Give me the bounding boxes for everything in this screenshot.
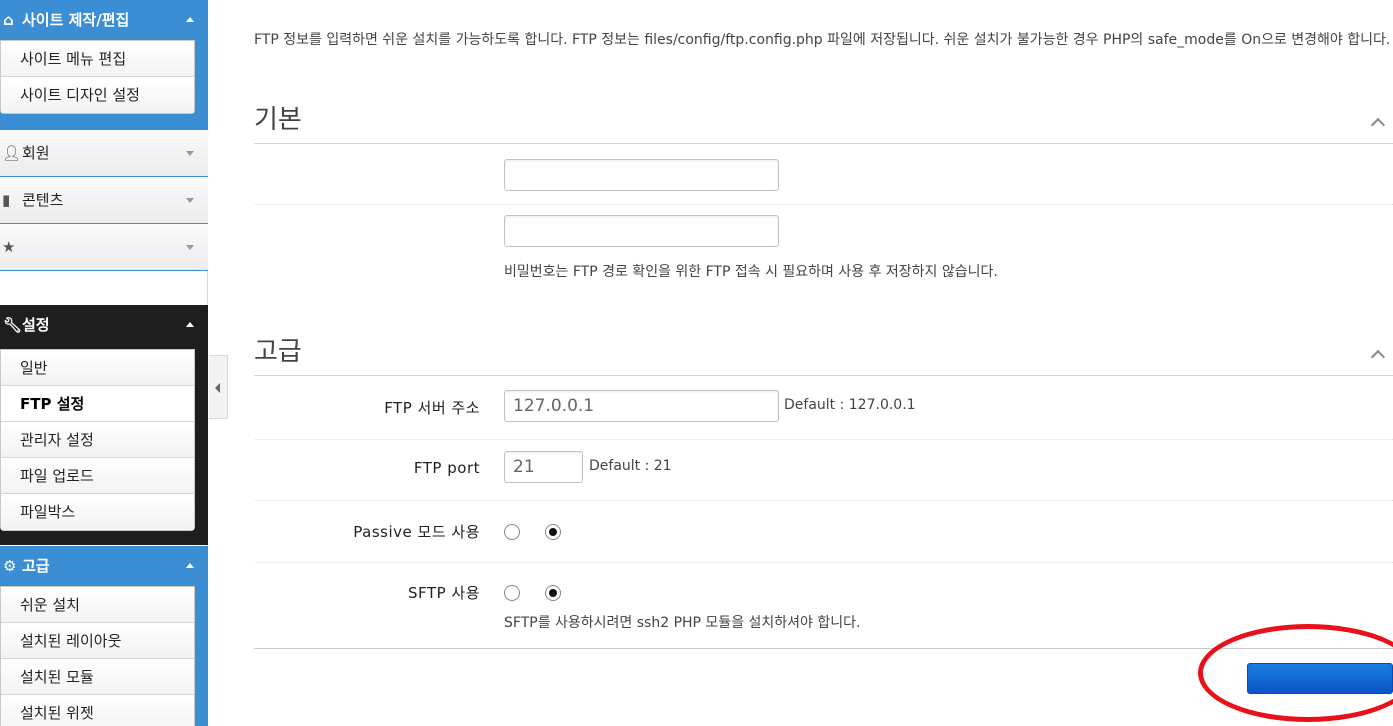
- sidebar-site-submenu: 사이트 메뉴 편집 사이트 디자인 설정: [0, 40, 195, 114]
- sidebar-item-filebox[interactable]: 파일박스: [1, 494, 194, 530]
- section-advanced-title: 고급: [254, 337, 302, 367]
- sidebar-group-site-header[interactable]: ⌂ 사이트 제작/편집: [0, 0, 208, 40]
- chevron-up-icon[interactable]: [1370, 349, 1386, 365]
- form-row-password: 비밀번호는 FTP 경로 확인을 위한 FTP 접속 시 필요하며 사용 후 저…: [254, 205, 1393, 305]
- passive-mode-label: Passive 모드 사용: [353, 523, 480, 541]
- form-row-ftp-port: FTP port Default : 21: [254, 440, 1393, 501]
- sidebar-advanced-submenu: 쉬운 설치 설치된 레이아웃 설치된 모듈 설치된 위젯: [0, 586, 195, 726]
- sftp-on-radio[interactable]: [545, 585, 561, 601]
- sidebar-item-file-upload[interactable]: 파일 업로드: [1, 458, 194, 494]
- ftp-port-default: Default : 21: [589, 458, 672, 474]
- sidebar-group-settings-header[interactable]: 🔧︎ 설정: [0, 305, 208, 345]
- section-advanced-header[interactable]: 고급: [254, 332, 1393, 376]
- sidebar-item-admin-settings[interactable]: 관리자 설정: [1, 422, 194, 458]
- sidebar-item-contents-label: 콘텐츠: [22, 191, 64, 209]
- sidebar-item-member-label: 회원: [22, 144, 50, 162]
- caret-up-icon: [186, 563, 194, 568]
- caret-down-icon: [186, 151, 194, 156]
- page-description: FTP 정보를 입력하면 쉬운 설치를 가능하도록 합니다. FTP 정보는 f…: [254, 32, 1391, 48]
- ftp-server-default: Default : 127.0.0.1: [784, 397, 916, 413]
- ftp-port-input[interactable]: [504, 451, 583, 483]
- caret-down-icon: [186, 245, 194, 250]
- ftp-server-label: FTP 서버 주소: [384, 399, 480, 417]
- user-icon: 👤︎: [2, 144, 22, 162]
- caret-up-icon: [186, 17, 194, 22]
- sidebar-item-ftp-settings[interactable]: FTP 설정: [1, 386, 202, 422]
- book-icon: ▮: [2, 191, 11, 209]
- sidebar-group-settings-title: 설정: [22, 316, 50, 334]
- sidebar: ⌂ 사이트 제작/편집 사이트 메뉴 편집 사이트 디자인 설정 👤︎ 회원 ▮…: [0, 0, 208, 726]
- sidebar-item-installed-widgets[interactable]: 설치된 위젯: [1, 695, 194, 726]
- sidebar-item-general[interactable]: 일반: [1, 350, 194, 386]
- passive-off-radio[interactable]: [504, 524, 520, 540]
- sidebar-item-favorites[interactable]: ★: [0, 224, 208, 271]
- sftp-label: SFTP 사용: [408, 584, 480, 602]
- form-row-username: [254, 145, 1393, 205]
- sidebar-item-installed-modules[interactable]: 설치된 모듈: [1, 659, 194, 695]
- sidebar-item-installed-layouts[interactable]: 설치된 레이아웃: [1, 623, 194, 659]
- sidebar-group-settings: 🔧︎ 설정 일반 FTP 설정 관리자 설정 파일 업로드 파일박스: [0, 305, 208, 545]
- sidebar-item-easy-install[interactable]: 쉬운 설치: [1, 587, 194, 623]
- save-button[interactable]: [1247, 663, 1393, 694]
- main-content: FTP 정보를 입력하면 쉬운 설치를 가능하도록 합니다. FTP 정보는 f…: [254, 0, 1393, 726]
- form-row-sftp: SFTP 사용 SFTP를 사용하시려면 ssh2 PHP 모듈을 설치하셔야 …: [254, 563, 1393, 648]
- ftp-port-label: FTP port: [413, 459, 480, 477]
- sidebar-group-site-title: 사이트 제작/편집: [22, 11, 130, 29]
- sidebar-group-advanced: ⚙ 고급 쉬운 설치 설치된 레이아웃 설치된 모듈 설치된 위젯: [0, 546, 208, 726]
- sidebar-group-advanced-header[interactable]: ⚙ 고급: [0, 546, 208, 586]
- sidebar-group-advanced-title: 고급: [22, 557, 50, 575]
- sidebar-item-site-menu-edit[interactable]: 사이트 메뉴 편집: [1, 41, 194, 77]
- sidebar-settings-submenu: 일반 FTP 설정 관리자 설정 파일 업로드 파일박스: [0, 349, 202, 531]
- caret-down-icon: [186, 198, 194, 203]
- password-hint: 비밀번호는 FTP 경로 확인을 위한 FTP 접속 시 필요하며 사용 후 저…: [504, 264, 998, 280]
- ftp-username-input[interactable]: [504, 159, 779, 191]
- form-divider: [254, 648, 1393, 649]
- sidebar-item-member[interactable]: 👤︎ 회원: [0, 130, 208, 177]
- ftp-server-input[interactable]: [504, 390, 779, 422]
- sftp-hint: SFTP를 사용하시려면 ssh2 PHP 모듈을 설치하셔야 합니다.: [504, 615, 861, 631]
- section-basic-header[interactable]: 기본: [254, 100, 1393, 144]
- sftp-off-radio[interactable]: [504, 585, 520, 601]
- sidebar-collapse-toggle[interactable]: [209, 355, 228, 419]
- form-row-passive: Passive 모드 사용: [254, 501, 1393, 563]
- caret-up-icon: [186, 322, 194, 327]
- star-icon: ★: [2, 238, 16, 256]
- sidebar-item-site-design[interactable]: 사이트 디자인 설정: [1, 77, 194, 113]
- home-icon: ⌂: [3, 11, 14, 29]
- sidebar-group-site: ⌂ 사이트 제작/편집 사이트 메뉴 편집 사이트 디자인 설정: [0, 0, 208, 130]
- sidebar-item-contents[interactable]: ▮ 콘텐츠: [0, 177, 208, 224]
- ftp-password-input[interactable]: [504, 215, 779, 247]
- chevron-up-icon[interactable]: [1370, 117, 1386, 133]
- passive-on-radio[interactable]: [545, 524, 561, 540]
- section-basic-title: 기본: [254, 105, 302, 135]
- form-row-ftp-server: FTP 서버 주소 Default : 127.0.0.1: [254, 377, 1393, 440]
- gear-icon: ⚙: [3, 557, 17, 575]
- wrench-icon: 🔧︎: [3, 316, 23, 334]
